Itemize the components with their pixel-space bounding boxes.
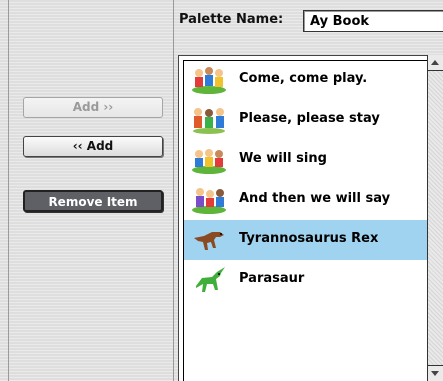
scroll-down-arrow-icon[interactable] — [428, 365, 443, 381]
list-item-selected[interactable]: Tyrannosaurus Rex — [184, 220, 428, 260]
kids-group-icon — [193, 108, 225, 134]
list-scrollbar[interactable] — [427, 55, 443, 381]
list-item-label: Please, please stay — [239, 111, 380, 126]
palette-name-label: Palette Name: — [179, 12, 284, 27]
kids-singing-icon — [192, 149, 226, 174]
list-item[interactable]: And then we will say — [184, 180, 428, 220]
list-item[interactable]: We will sing — [184, 140, 428, 180]
palette-name-input[interactable]: Ay Book — [303, 10, 443, 32]
parasaurolophus-icon — [196, 267, 225, 292]
list-item-label: We will sing — [239, 151, 327, 166]
kids-playing-icon — [192, 188, 226, 214]
kids-playing-icon — [192, 67, 226, 94]
add-right-button[interactable]: Add ›› — [23, 97, 163, 118]
list-item-label: Tyrannosaurus Rex — [239, 231, 379, 246]
list-item-label: Come, come play. — [239, 71, 368, 86]
scroll-up-arrow-icon[interactable] — [428, 55, 443, 71]
list-item[interactable]: Parasaur — [184, 260, 428, 300]
list-item-label: And then we will say — [239, 191, 391, 206]
remove-item-button[interactable]: Remove Item — [23, 190, 163, 212]
list-item-label: Parasaur — [239, 271, 305, 286]
list-item[interactable]: Come, come play. — [184, 60, 428, 100]
add-left-button[interactable]: ‹‹ Add — [23, 136, 163, 157]
palette-list[interactable]: Come, come play. Please, please stay We … — [178, 55, 428, 381]
list-item[interactable]: Please, please stay — [184, 100, 428, 140]
tyrannosaurus-icon — [194, 232, 224, 250]
